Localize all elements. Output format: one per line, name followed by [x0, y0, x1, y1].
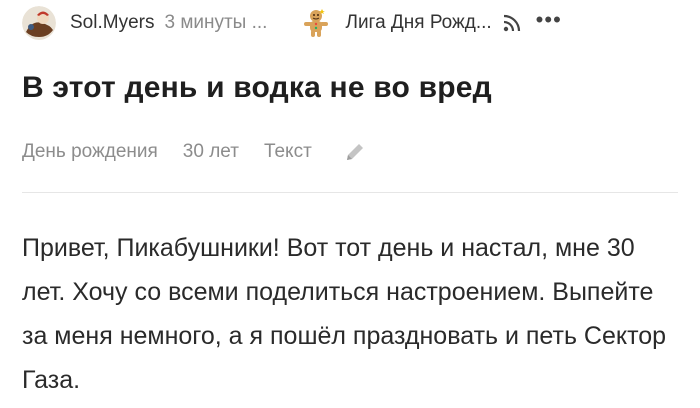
divider	[22, 192, 678, 193]
post-time: 3 минуты ...	[164, 12, 268, 33]
tag-30-years[interactable]: 30 лет	[183, 141, 239, 163]
post-header: Sol.Myers 3 минуты ... Лига Дня Рожд... …	[22, 0, 682, 46]
tag-birthday[interactable]: День рождения	[22, 141, 158, 163]
pencil-icon[interactable]	[343, 140, 367, 164]
more-dots-icon[interactable]: •••	[536, 9, 562, 31]
post-title[interactable]: В этот день и водка не во вред	[22, 71, 492, 105]
post-page: Sol.Myers 3 минуты ... Лига Дня Рожд... …	[0, 0, 700, 408]
community-gingerbread-icon[interactable]	[301, 8, 331, 38]
community-name[interactable]: Лига Дня Рожд...	[345, 12, 491, 34]
avatar-image-icon	[22, 6, 56, 40]
author-name[interactable]: Sol.Myers	[70, 12, 154, 34]
post-tags: День рождения 30 лет Текст	[22, 140, 367, 164]
post-body: Привет, Пикабушники! Вот тот день и наст…	[22, 234, 667, 394]
author-avatar[interactable]	[22, 6, 56, 40]
tag-text[interactable]: Текст	[264, 141, 312, 163]
rss-icon[interactable]	[502, 13, 522, 33]
